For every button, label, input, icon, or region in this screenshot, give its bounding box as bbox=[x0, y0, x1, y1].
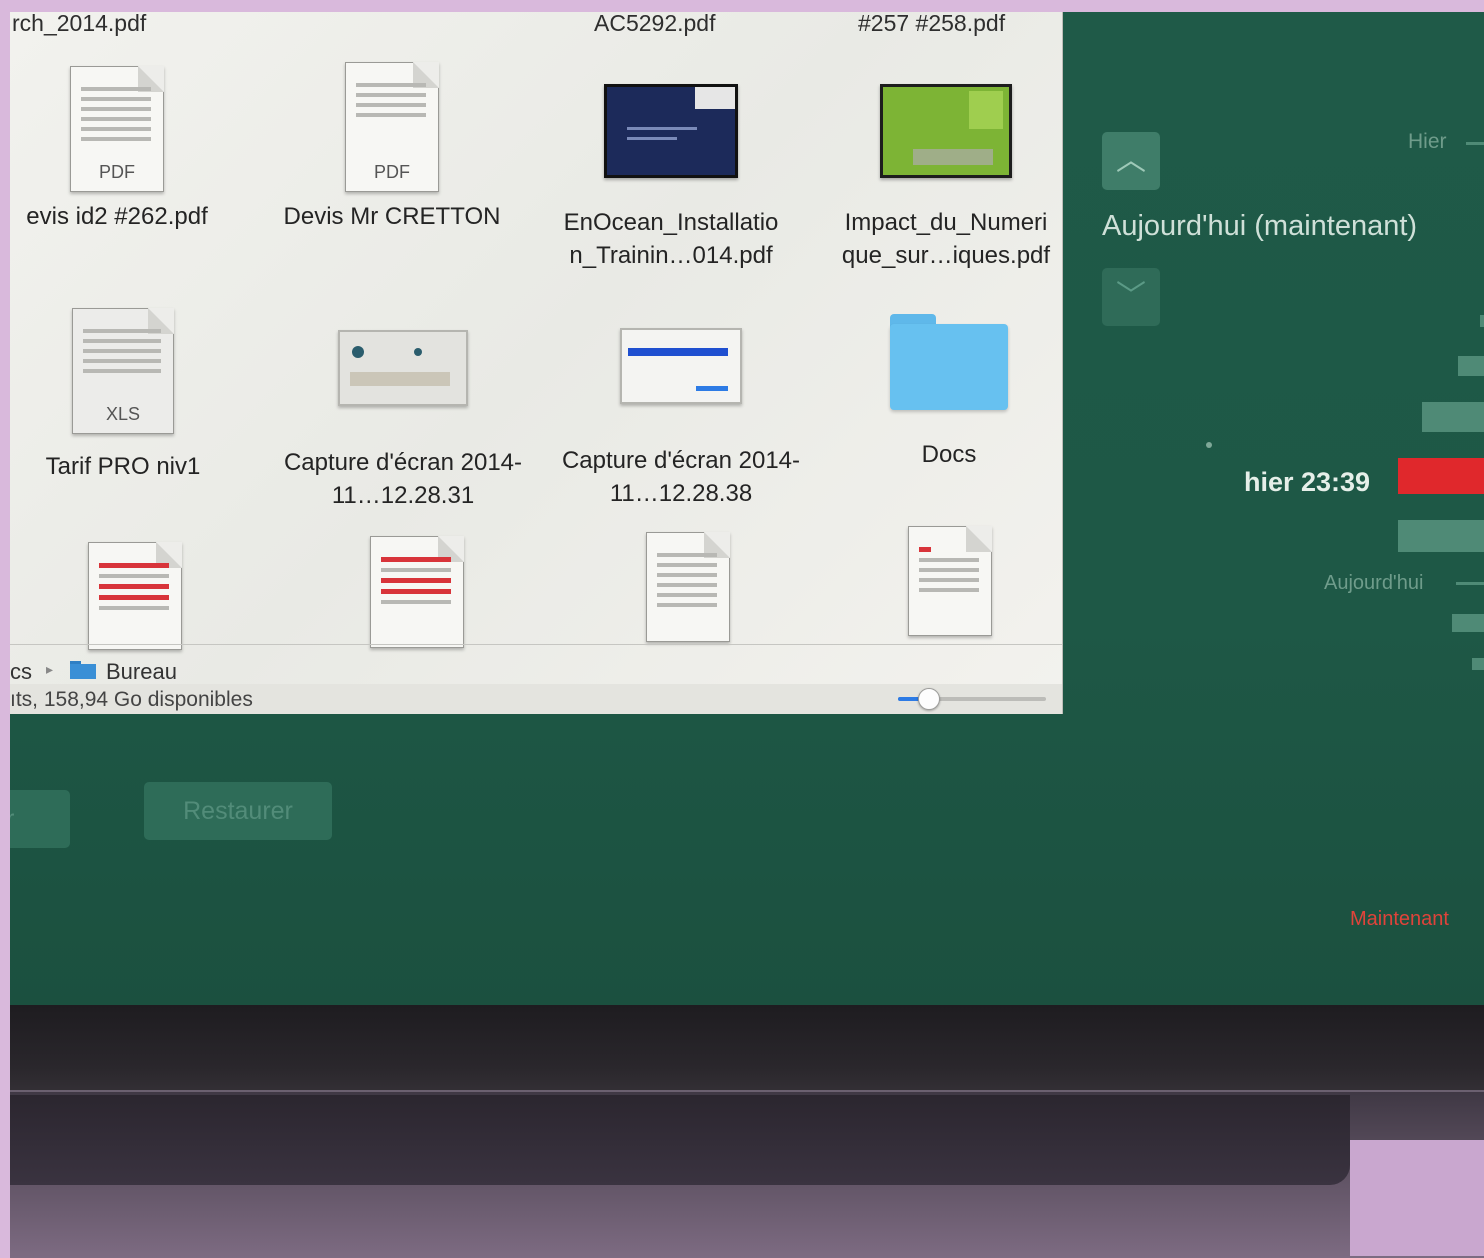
file-label: Tarif PRO niv1 bbox=[45, 453, 201, 480]
current-snapshot-label: Aujourd'hui (maintenant) bbox=[1102, 210, 1418, 242]
pdf-document-icon[interactable] bbox=[88, 542, 182, 650]
timeline-tick[interactable] bbox=[1456, 582, 1484, 585]
file-label: Capture d'écran 2014-11…12.28.31 bbox=[283, 449, 523, 509]
background-surface bbox=[1350, 1140, 1484, 1256]
timeline-label-hier: Hier bbox=[1408, 130, 1447, 153]
file-item[interactable]: PDF evis id2 #262.pdf bbox=[10, 66, 252, 233]
file-item[interactable]: Capture d'écran 2014-11…12.28.38 bbox=[546, 328, 816, 510]
path-segment[interactable]: cs bbox=[10, 659, 32, 685]
timeline-label-aujourdhui: Aujourd'hui bbox=[1324, 572, 1424, 594]
status-bar: ıts, 158,94 Go disponibles bbox=[10, 684, 1062, 714]
file-item[interactable]: XLS Tarif PRO niv1 bbox=[10, 308, 258, 483]
timeline-tick[interactable] bbox=[1398, 520, 1484, 552]
timeline-tick[interactable] bbox=[1466, 142, 1484, 145]
chevron-up-icon: ︿ bbox=[1116, 144, 1146, 177]
newer-arrow-button[interactable]: ﹀ bbox=[1102, 268, 1160, 326]
pdf-presentation-icon bbox=[880, 84, 1012, 178]
file-item[interactable]: EnOcean_Installatio n_Trainin…014.pdf bbox=[536, 84, 806, 272]
xls-document-icon: XLS bbox=[72, 308, 174, 434]
screenshot-icon bbox=[620, 328, 742, 404]
timeline-tick[interactable] bbox=[1472, 658, 1484, 670]
file-label: EnOcean_Installatio n_Trainin…014.pdf bbox=[563, 209, 779, 269]
slider-knob[interactable] bbox=[917, 688, 940, 710]
file-label: Capture d'écran 2014-11…12.28.38 bbox=[561, 447, 801, 507]
folder-icon bbox=[890, 314, 1008, 410]
timeline-tick[interactable] bbox=[1458, 356, 1484, 376]
pdf-document-icon[interactable] bbox=[370, 536, 464, 648]
file-label: Devis Mr CRETTON bbox=[283, 203, 501, 230]
timeline-tick-selected[interactable] bbox=[1398, 458, 1484, 494]
file-label: Docs bbox=[921, 441, 977, 468]
file-item[interactable]: Capture d'écran 2014-11…12.28.31 bbox=[268, 330, 538, 512]
restore-button[interactable]: Restaurer bbox=[144, 782, 332, 840]
selected-snapshot-time: hier 23:39 bbox=[1244, 467, 1371, 497]
timeline-label-maintenant: Maintenant bbox=[1350, 908, 1449, 930]
timeline-dot bbox=[1206, 442, 1212, 448]
chevron-down-icon: ﹀ bbox=[1116, 280, 1146, 313]
file-item[interactable]: Impact_du_Numeri que_sur…iques.pdf bbox=[811, 84, 1081, 272]
file-name[interactable]: #257 #258.pdf bbox=[858, 12, 1005, 37]
cancel-button[interactable]: r bbox=[10, 790, 70, 848]
pdf-document-icon[interactable] bbox=[908, 526, 992, 636]
file-item[interactable]: Docs bbox=[814, 314, 1084, 471]
file-item[interactable]: PDF Devis Mr CRETTON bbox=[257, 62, 527, 233]
path-bar: cs ▸ Bureau bbox=[10, 644, 1062, 685]
timeline-tick[interactable] bbox=[1422, 402, 1484, 432]
timeline-tick[interactable] bbox=[1480, 315, 1484, 327]
screen: rch_2014.pdf AC5292.pdf #257 #258.pdf PD… bbox=[10, 12, 1484, 1014]
pdf-document-icon: PDF bbox=[345, 62, 439, 192]
pdf-document-icon: PDF bbox=[70, 66, 164, 192]
folder-icon bbox=[70, 661, 96, 679]
laptop-hinge bbox=[10, 1095, 1350, 1185]
icon-size-slider[interactable] bbox=[898, 688, 1046, 710]
timeline-tick[interactable] bbox=[1452, 614, 1484, 632]
file-name[interactable]: rch_2014.pdf bbox=[12, 12, 146, 37]
finder-window: rch_2014.pdf AC5292.pdf #257 #258.pdf PD… bbox=[10, 12, 1063, 714]
pdf-presentation-icon bbox=[604, 84, 738, 178]
status-text: ıts, 158,94 Go disponibles bbox=[10, 688, 253, 711]
file-label: evis id2 #262.pdf bbox=[26, 203, 208, 230]
path-segment[interactable]: Bureau bbox=[106, 659, 177, 685]
file-name[interactable]: AC5292.pdf bbox=[594, 12, 715, 37]
older-arrow-button[interactable]: ︿ bbox=[1102, 132, 1160, 190]
file-label: Impact_du_Numeri que_sur…iques.pdf bbox=[841, 209, 1051, 269]
pdf-document-icon[interactable] bbox=[646, 532, 730, 642]
path-separator: ▸ bbox=[46, 661, 54, 677]
screenshot-icon bbox=[338, 330, 468, 406]
